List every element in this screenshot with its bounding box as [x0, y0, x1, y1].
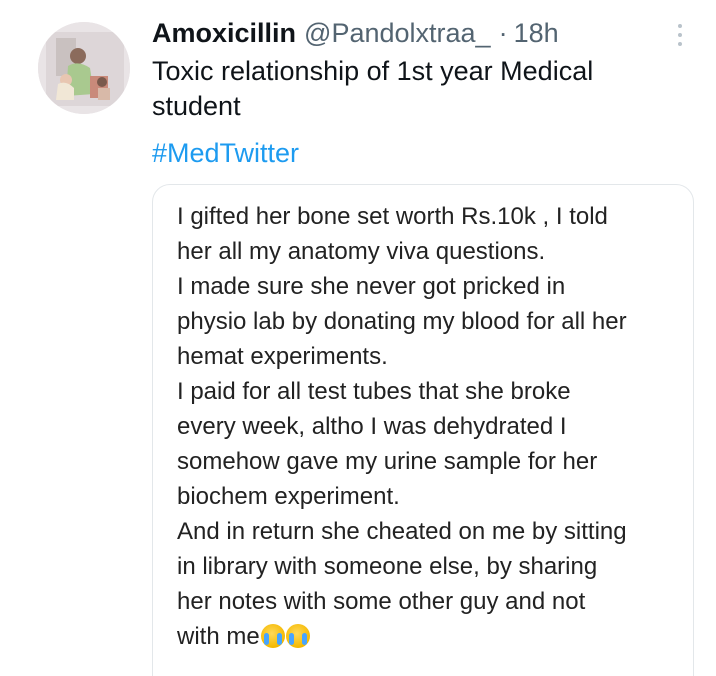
- more-vertical-icon: [678, 24, 682, 28]
- display-name[interactable]: Amoxicillin: [152, 16, 296, 50]
- image-text-line: biochem experiment.: [177, 483, 400, 510]
- timestamp[interactable]: 18h: [514, 16, 559, 50]
- image-text-line: I made sure she never got pricked in: [177, 273, 566, 300]
- user-handle[interactable]: @Pandolxtraa_: [304, 16, 491, 50]
- tweet-text-line: Toxic relationship of 1st year Medical: [152, 56, 594, 86]
- image-text-line: I gifted her bone set worth Rs.10k , I t…: [177, 203, 608, 230]
- tweet-text-line: student: [152, 91, 241, 121]
- more-vertical-icon: [678, 33, 682, 37]
- attached-image-card[interactable]: I gifted her bone set worth Rs.10k , I t…: [152, 184, 694, 676]
- image-text-line: I paid for all test tubes that she broke: [177, 378, 571, 405]
- image-text-line: her all my anatomy viva questions.: [177, 238, 546, 265]
- separator-dot: ·: [498, 18, 508, 48]
- loudly-crying-face-icon: [260, 624, 285, 648]
- image-text-line: hemat experiments.: [177, 343, 388, 370]
- profile-photo: [38, 22, 130, 114]
- image-text: I gifted her bone set worth Rs.10k , I t…: [177, 199, 687, 654]
- more-options-button[interactable]: [668, 18, 692, 52]
- image-text-line: her notes with some other guy and not: [177, 588, 586, 615]
- image-text-line: physio lab by donating my blood for all …: [177, 308, 627, 335]
- tweet-header: Amoxicillin @Pandolxtraa_ · 18h: [152, 16, 559, 50]
- image-text-line: with me: [177, 623, 260, 650]
- more-vertical-icon: [678, 42, 682, 46]
- image-text-line: And in return she cheated on me by sitti…: [177, 518, 627, 545]
- image-text-line: somehow gave my urine sample for her: [177, 448, 598, 475]
- image-text-line: in library with someone else, by sharing: [177, 553, 598, 580]
- hashtag-link[interactable]: #MedTwitter: [152, 136, 299, 171]
- avatar[interactable]: [38, 22, 130, 114]
- image-text-last-line: with me: [177, 619, 687, 654]
- tweet-text: Toxic relationship of 1st year Medical s…: [152, 54, 692, 124]
- image-text-line: every week, altho I was dehydrated I: [177, 413, 567, 440]
- loudly-crying-face-icon: [285, 624, 310, 648]
